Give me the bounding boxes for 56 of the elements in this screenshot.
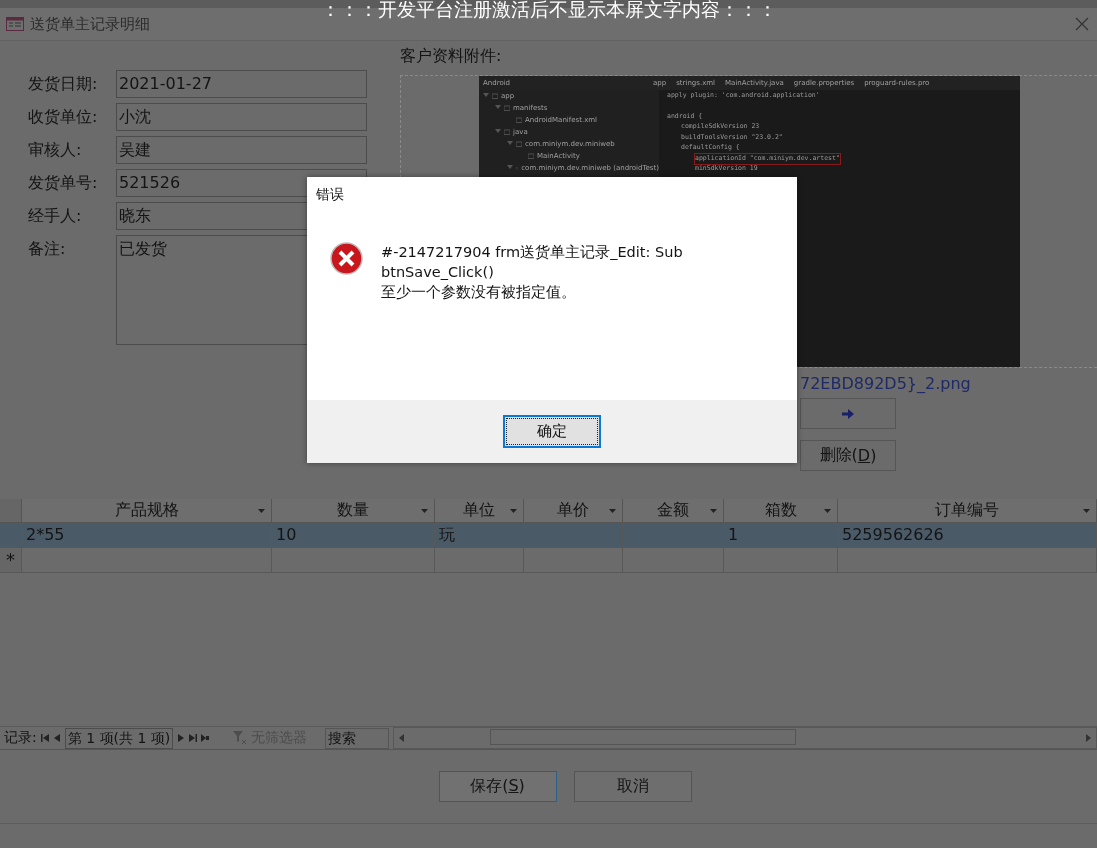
column-header[interactable]: 箱数 xyxy=(724,499,838,523)
dropdown-arrow-icon[interactable] xyxy=(710,509,717,513)
field-label: 发货单号: xyxy=(28,172,99,194)
error-message: 至少一个参数没有被指定值。 xyxy=(381,283,577,302)
record-label: 记录: xyxy=(4,729,37,747)
last-record-icon[interactable] xyxy=(189,734,198,742)
new-record-marker: * xyxy=(0,548,22,573)
table-cell: 5259562626 xyxy=(838,523,1097,548)
column-header[interactable]: 订单编号 xyxy=(838,499,1097,523)
dropdown-arrow-icon[interactable] xyxy=(258,509,265,513)
table-cell: 1 xyxy=(724,523,838,548)
column-header[interactable]: 金额 xyxy=(623,499,724,523)
delete-button[interactable]: 删除(D) xyxy=(800,440,896,471)
column-header[interactable]: 产品规格 xyxy=(22,499,272,523)
dropdown-arrow-icon[interactable] xyxy=(1083,509,1090,513)
banner-text: ：：：开发平台注册激活后不显示本屏文字内容：：： xyxy=(320,0,777,20)
field-label: 发货日期: xyxy=(28,73,99,95)
window-title: 送货单主记录明细 xyxy=(30,14,151,34)
field-label: 备注: xyxy=(28,238,67,260)
attachment-label: 客户资料附件: xyxy=(400,45,502,67)
input-field[interactable]: 2021-01-27 xyxy=(116,70,367,98)
column-header[interactable]: 单位 xyxy=(435,499,524,523)
error-icon xyxy=(330,242,363,275)
table-cell: 2*55 xyxy=(22,523,272,548)
error-message: #-2147217904 frm送货单主记录_Edit: Sub btnSave_Click() xyxy=(381,243,684,282)
column-header[interactable]: 单价 xyxy=(524,499,623,523)
field-label: 收货单位: xyxy=(28,106,99,128)
expand-arrow-icon[interactable] xyxy=(507,164,513,170)
filter-icon xyxy=(233,731,248,745)
search-field[interactable]: 搜索 xyxy=(325,727,390,749)
field-label: 经手人: xyxy=(28,205,83,227)
cancel-button[interactable]: 取消 xyxy=(573,771,692,802)
close-icon[interactable] xyxy=(1075,17,1089,31)
column-header[interactable]: 数量 xyxy=(272,499,435,523)
dropdown-arrow-icon[interactable] xyxy=(510,509,517,513)
ok-button[interactable]: 确定 xyxy=(503,415,601,448)
dropdown-arrow-icon[interactable] xyxy=(824,509,831,513)
scroll-left-icon[interactable] xyxy=(398,734,407,742)
field-label: 审核人: xyxy=(28,139,83,161)
table-cell: 玩 xyxy=(435,523,524,548)
input-field[interactable]: 小沈 xyxy=(116,103,367,131)
next-record-icon[interactable] xyxy=(177,734,186,742)
new-record-icon[interactable] xyxy=(201,734,210,742)
input-field[interactable]: 吴建 xyxy=(116,136,367,164)
horizontal-scrollbar[interactable] xyxy=(393,727,1097,749)
dropdown-arrow-icon[interactable] xyxy=(421,509,428,513)
table-cell: 10 xyxy=(272,523,435,548)
first-record-icon[interactable] xyxy=(40,734,49,742)
previous-record-icon[interactable] xyxy=(52,734,61,742)
scroll-right-icon[interactable] xyxy=(1084,734,1092,742)
save-button[interactable]: 保存(S) xyxy=(438,771,557,802)
dropdown-arrow-icon[interactable] xyxy=(609,509,616,513)
file-name: 72EBD892D5}_2.png xyxy=(800,373,971,393)
record-position-field[interactable]: 第 1 项(共 1 项) xyxy=(64,727,174,749)
form-icon xyxy=(6,17,24,31)
right-arrow-icon xyxy=(842,408,854,419)
